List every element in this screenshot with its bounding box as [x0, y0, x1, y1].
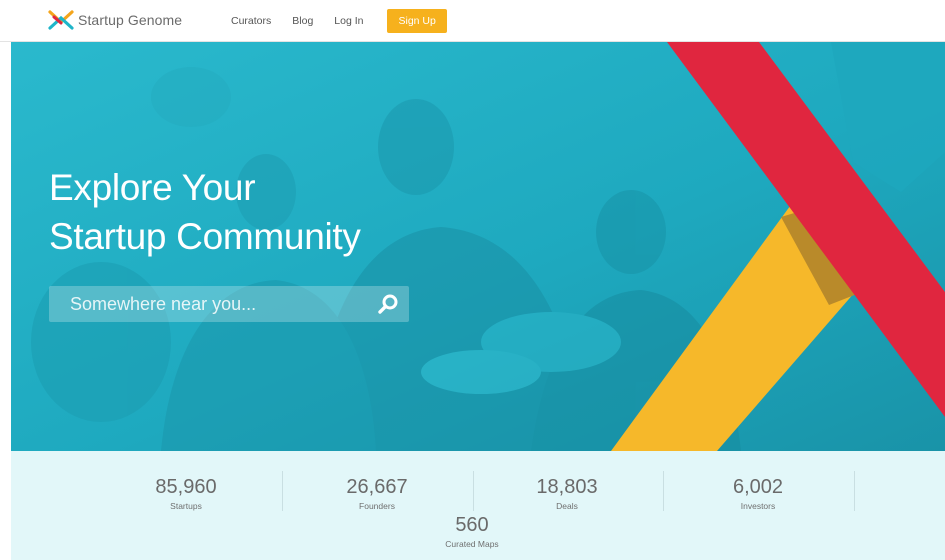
- stat-label: Deals: [556, 501, 578, 511]
- stat-startups: 85,960 Startups: [111, 476, 261, 512]
- stat-label: Startups: [170, 501, 202, 511]
- stat-investors: 6,002 Investors: [683, 476, 833, 512]
- startup-genome-logo-icon: [48, 10, 74, 30]
- hero-title-line-2: Startup Community: [49, 216, 361, 257]
- stat-divider: [282, 471, 283, 511]
- logo-text: Startup Genome: [78, 12, 183, 28]
- stat-divider: [663, 471, 664, 511]
- stats-band: 85,960 Startups 26,667 Founders 18,803 D…: [11, 451, 945, 560]
- stat-value: 85,960: [155, 476, 217, 498]
- stat-label: Investors: [740, 501, 776, 511]
- stat-divider: [854, 471, 855, 511]
- stat-curated-maps: 560 Curated Maps: [397, 514, 547, 550]
- top-nav-bar: Startup Genome Curators Blog Log In Sign…: [0, 0, 945, 42]
- stat-founders: 26,667 Founders: [302, 476, 452, 512]
- logo-link[interactable]: Startup Genome: [48, 9, 182, 31]
- stat-value: 560: [455, 514, 489, 536]
- stat-deals: 18,803 Deals: [492, 476, 642, 512]
- hero-title-line-1: Explore Your: [49, 167, 256, 208]
- nav-link-login[interactable]: Log In: [334, 15, 363, 27]
- stat-divider: [473, 471, 474, 511]
- stat-value: 6,002: [732, 476, 784, 498]
- sign-up-button[interactable]: Sign Up: [387, 9, 447, 33]
- search-icon[interactable]: [377, 293, 399, 315]
- hero-section: Explore Your Startup Community: [11, 42, 945, 451]
- location-search-box: [49, 286, 409, 322]
- stat-value: 18,803: [536, 476, 598, 498]
- stat-value: 26,667: [346, 476, 408, 498]
- location-search-input[interactable]: [49, 286, 369, 322]
- stat-label: Founders: [359, 501, 395, 511]
- main-nav: Curators Blog Log In Sign Up: [231, 0, 447, 42]
- nav-link-blog[interactable]: Blog: [292, 15, 313, 27]
- stat-label: Curated Maps: [445, 539, 499, 549]
- nav-link-curators[interactable]: Curators: [231, 15, 271, 27]
- hero-title: Explore Your Startup Community: [49, 163, 361, 261]
